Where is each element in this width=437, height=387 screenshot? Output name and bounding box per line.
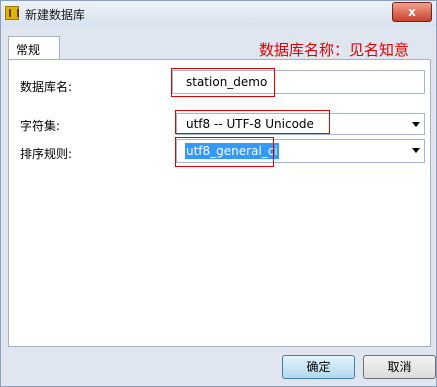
app-icon (5, 6, 19, 20)
cancel-button[interactable]: 取消 (363, 355, 436, 379)
collation-label: 排序规则: (20, 147, 73, 161)
annotation-note: 数据库名称：见名知意 (259, 41, 410, 59)
general-panel (8, 59, 431, 347)
tab-general[interactable]: 常规 (8, 36, 60, 60)
charset-label: 字符集: (20, 119, 61, 133)
close-button[interactable]: x (392, 2, 432, 22)
db-name-highlight (171, 68, 275, 97)
title-bar: 新建数据库 x (1, 1, 436, 27)
window-title: 新建数据库 (25, 8, 86, 22)
collation-dropdown-icon[interactable] (412, 148, 420, 153)
collation-highlight (175, 137, 274, 167)
db-name-label: 数据库名: (20, 80, 73, 94)
charset-highlight (175, 110, 330, 134)
charset-dropdown-icon[interactable] (412, 122, 420, 127)
ok-button[interactable]: 确定 (282, 355, 355, 379)
new-database-dialog: 新建数据库 x 常规 数据库名称：见名知意 数据库名: station_demo… (0, 0, 437, 387)
